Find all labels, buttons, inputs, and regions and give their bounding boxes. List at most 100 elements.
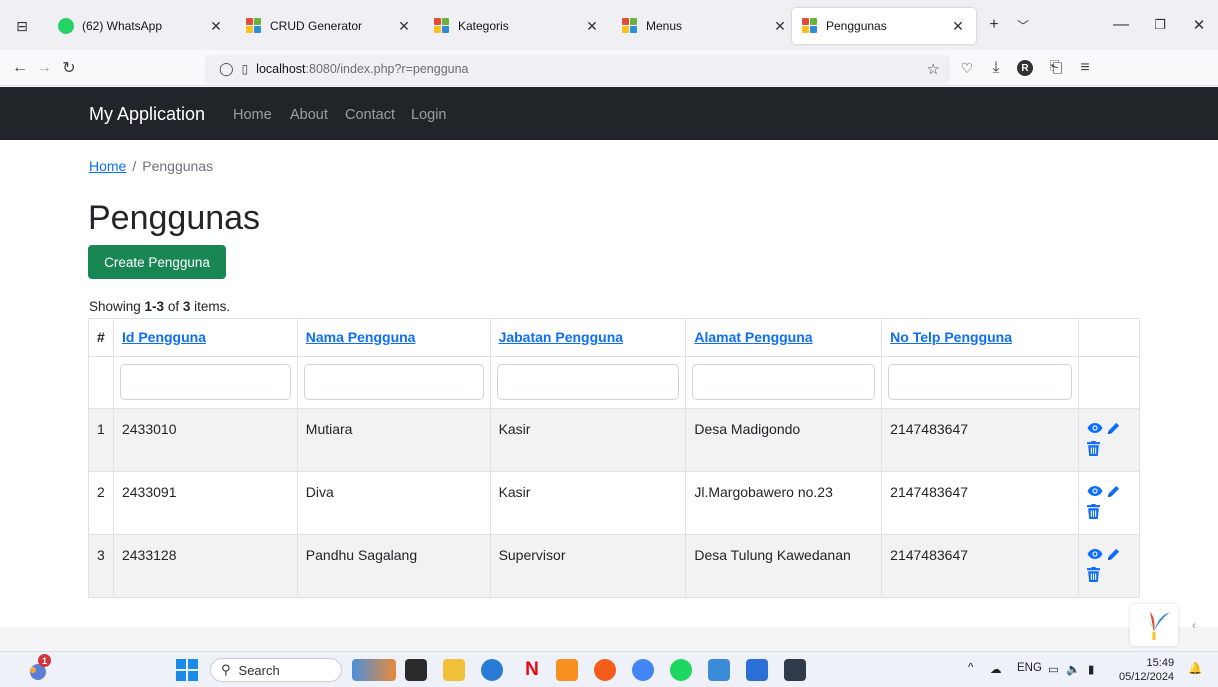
yii-debug-toolbar-toggle[interactable] xyxy=(1130,604,1178,646)
language-indicator[interactable]: ENG xyxy=(1017,662,1042,674)
cell-telp: 2147483647 xyxy=(881,408,1079,472)
reload-icon[interactable]: ↻ xyxy=(58,57,80,79)
spotify-icon[interactable] xyxy=(670,659,692,681)
sort-link-id[interactable]: Id Pengguna xyxy=(122,329,206,345)
cell-telp: 2147483647 xyxy=(881,471,1079,535)
delete-icon[interactable] xyxy=(1087,441,1100,459)
forward-icon[interactable]: → xyxy=(33,57,55,79)
delete-icon[interactable] xyxy=(1087,567,1100,585)
view-icon[interactable] xyxy=(1087,547,1103,565)
netflix-icon[interactable]: N xyxy=(521,659,543,681)
new-tab-icon[interactable]: + xyxy=(983,14,1005,36)
taskbar-clock[interactable]: 15:49 05/12/2024 xyxy=(1119,656,1174,684)
close-window-icon[interactable]: ✕ xyxy=(1188,14,1210,36)
close-icon[interactable]: ✕ xyxy=(208,18,224,35)
cell-number: 1 xyxy=(88,408,114,472)
minimize-icon[interactable]: — xyxy=(1110,14,1132,36)
search-highlight-icon[interactable] xyxy=(352,659,396,681)
sort-link-telp[interactable]: No Telp Pengguna xyxy=(890,329,1012,345)
cell-actions xyxy=(1077,408,1141,472)
pengguna-grid: # Id Pengguna Nama Pengguna Jabatan Peng… xyxy=(88,318,1141,598)
create-pengguna-button[interactable]: Create Pengguna xyxy=(88,245,226,279)
xampp-icon[interactable] xyxy=(556,659,578,681)
filter-input-alamat[interactable] xyxy=(692,364,876,400)
browser-tab-bar: ⊟ (62) WhatsApp ✕ CRUD Generator ✕ Kateg… xyxy=(0,0,1218,50)
update-icon[interactable] xyxy=(1106,484,1121,502)
chrome-icon[interactable] xyxy=(632,659,654,681)
close-icon[interactable]: ✕ xyxy=(950,18,966,35)
filter-input-id[interactable] xyxy=(119,364,291,400)
notification-badge: 1 xyxy=(38,654,51,667)
windows-taskbar: 1 ⚲ Search N ^ ☁ ENG ▭ 🔈 ▮ 15:49 05/12/2… xyxy=(0,651,1218,687)
photos-icon[interactable] xyxy=(746,659,768,681)
profile-avatar[interactable]: R xyxy=(1014,57,1036,79)
tab-list-icon[interactable]: ⊟ xyxy=(12,16,32,36)
taskbar-search-box[interactable]: ⚲ Search xyxy=(210,658,342,682)
cell-actions xyxy=(1077,534,1141,598)
volume-icon[interactable]: 🔈 xyxy=(1066,662,1080,676)
back-icon[interactable]: ← xyxy=(9,57,31,79)
windows-start-icon[interactable] xyxy=(176,659,198,681)
view-icon[interactable] xyxy=(1087,484,1103,502)
nav-link-about[interactable]: About xyxy=(290,107,328,123)
tab-menus[interactable]: Menus ✕ xyxy=(612,8,798,44)
battery-icon[interactable]: ▮ xyxy=(1088,662,1094,676)
firefox-icon[interactable] xyxy=(594,659,616,681)
close-icon[interactable]: ✕ xyxy=(396,18,412,35)
tab-kategoris[interactable]: Kategoris ✕ xyxy=(424,8,610,44)
notification-bell-icon[interactable]: 🔔 xyxy=(1188,661,1202,675)
page-icon: ▯ xyxy=(241,62,249,76)
chevron-down-icon[interactable]: ﹀ xyxy=(1012,14,1034,36)
grid-header-row: # Id Pengguna Nama Pengguna Jabatan Peng… xyxy=(88,318,1141,357)
terminal-icon[interactable] xyxy=(784,659,806,681)
column-header-alamat: Alamat Pengguna xyxy=(685,318,883,357)
chevron-up-icon[interactable]: ^ xyxy=(968,662,973,674)
filter-input-nama[interactable] xyxy=(303,364,484,400)
task-view-icon[interactable] xyxy=(405,659,427,681)
address-bar[interactable]: ◯ ▯ localhost:8080/index.php?r=pengguna … xyxy=(205,55,950,83)
pocket-icon[interactable]: ♡ xyxy=(956,57,978,79)
download-icon[interactable]: ⤓ xyxy=(985,57,1007,79)
cell-jabatan: Supervisor xyxy=(489,534,687,598)
delete-icon[interactable] xyxy=(1087,504,1100,522)
menu-icon[interactable]: ≡ xyxy=(1074,57,1096,79)
view-icon[interactable] xyxy=(1087,421,1103,439)
sort-link-jabatan[interactable]: Jabatan Pengguna xyxy=(499,329,623,345)
cell-id: 2433010 xyxy=(112,408,298,472)
tab-penggunas[interactable]: Penggunas ✕ xyxy=(792,8,976,44)
tab-crud-generator[interactable]: CRUD Generator ✕ xyxy=(236,8,422,44)
update-icon[interactable] xyxy=(1106,421,1121,439)
tab-whatsapp[interactable]: (62) WhatsApp ✕ xyxy=(48,8,234,44)
close-icon[interactable]: ✕ xyxy=(584,18,600,35)
cell-number: 3 xyxy=(88,534,114,598)
cloud-icon[interactable]: ☁ xyxy=(990,662,1002,676)
nav-link-contact[interactable]: Contact xyxy=(345,107,395,123)
notepad-icon[interactable] xyxy=(708,659,730,681)
breadcrumb-separator: / xyxy=(132,158,137,174)
file-explorer-icon[interactable] xyxy=(443,659,465,681)
tab-title: Kategoris xyxy=(458,19,509,33)
column-header-jabatan: Jabatan Pengguna xyxy=(489,318,687,357)
sort-link-nama[interactable]: Nama Pengguna xyxy=(306,329,416,345)
update-icon[interactable] xyxy=(1106,547,1121,565)
breadcrumb-home-link[interactable]: Home xyxy=(89,158,126,174)
chevron-left-icon[interactable]: ‹ xyxy=(1192,618,1196,632)
app-brand[interactable]: My Application xyxy=(89,104,205,125)
breadcrumb-current: Penggunas xyxy=(142,158,214,174)
close-icon[interactable]: ✕ xyxy=(772,18,788,35)
extensions-icon[interactable]: ⎗ xyxy=(1045,57,1067,79)
search-icon: ⚲ xyxy=(221,662,231,677)
grid-filter-row xyxy=(88,356,1141,409)
cell-nama: Mutiara xyxy=(296,408,491,472)
nav-link-login[interactable]: Login xyxy=(411,107,446,123)
edge-browser-icon[interactable] xyxy=(481,659,503,681)
network-icon[interactable]: ▭ xyxy=(1048,662,1059,676)
restore-icon[interactable]: ❐ xyxy=(1149,14,1171,36)
nav-link-home[interactable]: Home xyxy=(233,107,272,123)
weather-widget-icon[interactable]: 1 xyxy=(26,654,51,682)
filter-input-telp[interactable] xyxy=(888,364,1072,400)
sort-link-alamat[interactable]: Alamat Pengguna xyxy=(694,329,812,345)
bookmark-star-icon[interactable]: ☆ xyxy=(927,60,940,78)
filter-input-jabatan[interactable] xyxy=(496,364,680,400)
page-bottom-strip xyxy=(0,627,1218,651)
